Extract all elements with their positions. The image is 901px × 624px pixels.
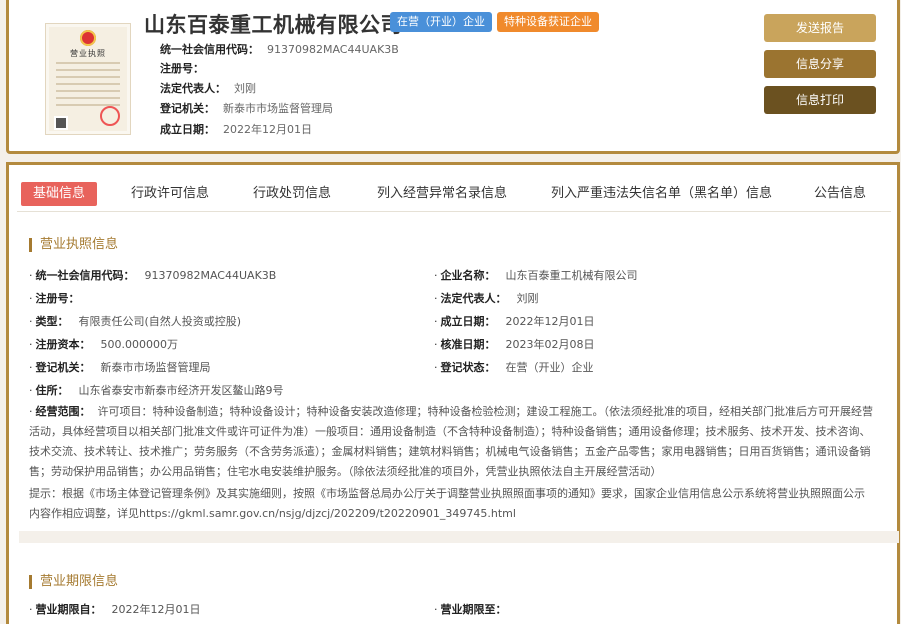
page: 营业执照 山东百泰重工机械有限公司 在营（开业）企业 特种设备获证企业 统一社会… (0, 0, 901, 624)
credit-code-row: · 统一社会信用代码： 91370982MAC44UAK3B (29, 269, 277, 282)
adjustment-notice: 提示：根据《市场主体登记管理条例》及其实施细则，按照《市场监督总局办公厅关于调整… (29, 487, 865, 520)
legal-rep-value: 刘刚 (516, 292, 539, 305)
business-scope: · 经营范围： 许可项目：特种设备制造；特种设备设计；特种设备安装改造修理；特种设… (29, 405, 873, 478)
header-legal-rep-row: 法定代表人： 刘刚 (160, 80, 256, 96)
header-established-value: 2022年12月01日 (223, 123, 312, 136)
term-section-title: 营业期限信息 (29, 575, 118, 589)
header-reg-authority-row: 登记机关： 新泰市市场监督管理局 (160, 100, 333, 116)
established-value: 2022年12月01日 (505, 315, 595, 328)
reg-capital-label: 注册资本： (35, 338, 91, 351)
tab-announcements[interactable]: 公告信息 (814, 182, 866, 206)
credit-code-label: 统一社会信用代码： (35, 269, 135, 282)
reg-number-row: · 注册号： (29, 292, 80, 305)
license-text-lines (56, 62, 120, 111)
header-established-row: 成立日期： 2022年12月01日 (160, 121, 312, 137)
tab-blacklist[interactable]: 列入严重违法失信名单（黑名单）信息 (551, 182, 772, 206)
company-name-label: 企业名称： (440, 269, 496, 282)
reg-authority-label: 登记机关： (35, 361, 91, 374)
share-info-button[interactable]: 信息分享 (764, 50, 876, 78)
special-equipment-badge: 特种设备获证企业 (497, 12, 599, 32)
official-stamp-icon (100, 106, 120, 126)
approval-date-label: 核准日期： (440, 338, 496, 351)
header-reg-number-label: 注册号： (160, 62, 204, 75)
credit-code-value: 91370982MAC44UAK3B (144, 269, 277, 282)
detail-card: 基础信息 行政许可信息 行政处罚信息 列入经营异常名录信息 列入严重违法失信名单… (6, 162, 900, 624)
company-name-row: · 企业名称： 山东百泰重工机械有限公司 (434, 269, 638, 282)
header-legal-rep-value: 刘刚 (234, 82, 256, 95)
tab-basic-info[interactable]: 基础信息 (21, 182, 98, 206)
established-row: · 成立日期： 2022年12月01日 (434, 315, 595, 328)
national-emblem-icon (80, 30, 96, 46)
company-type-row: · 类型： 有限责任公司(自然人投资或控股) (29, 315, 242, 328)
info-tabs: 基础信息 行政许可信息 行政处罚信息 列入经营异常名录信息 列入严重违法失信名单… (17, 178, 891, 212)
reg-capital-value: 500.000000万 (100, 338, 178, 351)
tab-admin-license[interactable]: 行政许可信息 (131, 182, 209, 206)
header-legal-rep-label: 法定代表人： (160, 82, 226, 95)
send-report-button[interactable]: 发送报告 (764, 14, 876, 42)
reg-status-row: · 登记状态： 在营（开业）企业 (434, 361, 594, 374)
company-type-value: 有限责任公司(自然人投资或控股) (78, 315, 242, 328)
header-established-label: 成立日期： (160, 123, 215, 136)
tab-abnormal-operation[interactable]: 列入经营异常名录信息 (377, 182, 507, 206)
term-to-row: · 营业期限至： (434, 603, 507, 616)
license-section-title: 营业执照信息 (29, 238, 118, 252)
term-from-label: 营业期限自： (35, 603, 102, 616)
company-header-card: 营业执照 山东百泰重工机械有限公司 在营（开业）企业 特种设备获证企业 统一社会… (6, 0, 900, 154)
license-image-title: 营业执照 (70, 49, 106, 58)
company-type-label: 类型： (35, 315, 69, 328)
address-value: 山东省泰安市新泰市经济开发区鳌山路9号 (78, 384, 284, 397)
tab-admin-penalty[interactable]: 行政处罚信息 (253, 182, 331, 206)
header-credit-code-label: 统一社会信用代码： (160, 43, 259, 56)
legal-rep-row: · 法定代表人： 刘刚 (434, 292, 539, 305)
business-license-image[interactable]: 营业执照 (45, 23, 131, 135)
company-name-value: 山东百泰重工机械有限公司 (505, 269, 638, 282)
reg-authority-value: 新泰市市场监督管理局 (100, 361, 211, 374)
reg-status-label: 登记状态： (440, 361, 496, 374)
header-credit-code-row: 统一社会信用代码： 91370982MAC44UAK3B (160, 41, 399, 57)
address-row: · 住所： 山东省泰安市新泰市经济开发区鳌山路9号 (29, 384, 284, 397)
term-to-label: 营业期限至： (440, 603, 507, 616)
reg-authority-row: · 登记机关： 新泰市市场监督管理局 (29, 361, 211, 374)
legal-rep-label: 法定代表人： (440, 292, 507, 305)
address-label: 住所： (35, 384, 69, 397)
header-reg-authority-value: 新泰市市场监督管理局 (223, 102, 333, 115)
section-divider (19, 531, 899, 543)
business-scope-label: 经营范围： (35, 405, 91, 418)
header-reg-authority-label: 登记机关： (160, 102, 215, 115)
established-label: 成立日期： (440, 315, 496, 328)
print-info-button[interactable]: 信息打印 (764, 86, 876, 114)
header-reg-number-row: 注册号： (160, 60, 212, 76)
company-name: 山东百泰重工机械有限公司 (144, 13, 402, 37)
business-scope-value: 许可项目：特种设备制造；特种设备设计；特种设备安装改造修理；特种设备检验检测；建… (29, 405, 873, 478)
reg-status-value: 在营（开业）企业 (505, 361, 594, 374)
reg-capital-row: · 注册资本： 500.000000万 (29, 338, 178, 351)
header-credit-code-value: 91370982MAC44UAK3B (267, 43, 399, 56)
qr-code-icon (54, 116, 68, 130)
reg-number-label: 注册号： (35, 292, 80, 305)
approval-date-value: 2023年02月08日 (505, 338, 595, 351)
approval-date-row: · 核准日期： 2023年02月08日 (434, 338, 595, 351)
status-badge: 在营（开业）企业 (390, 12, 492, 32)
term-from-value: 2022年12月01日 (111, 603, 201, 616)
term-from-row: · 营业期限自： 2022年12月01日 (29, 603, 201, 616)
